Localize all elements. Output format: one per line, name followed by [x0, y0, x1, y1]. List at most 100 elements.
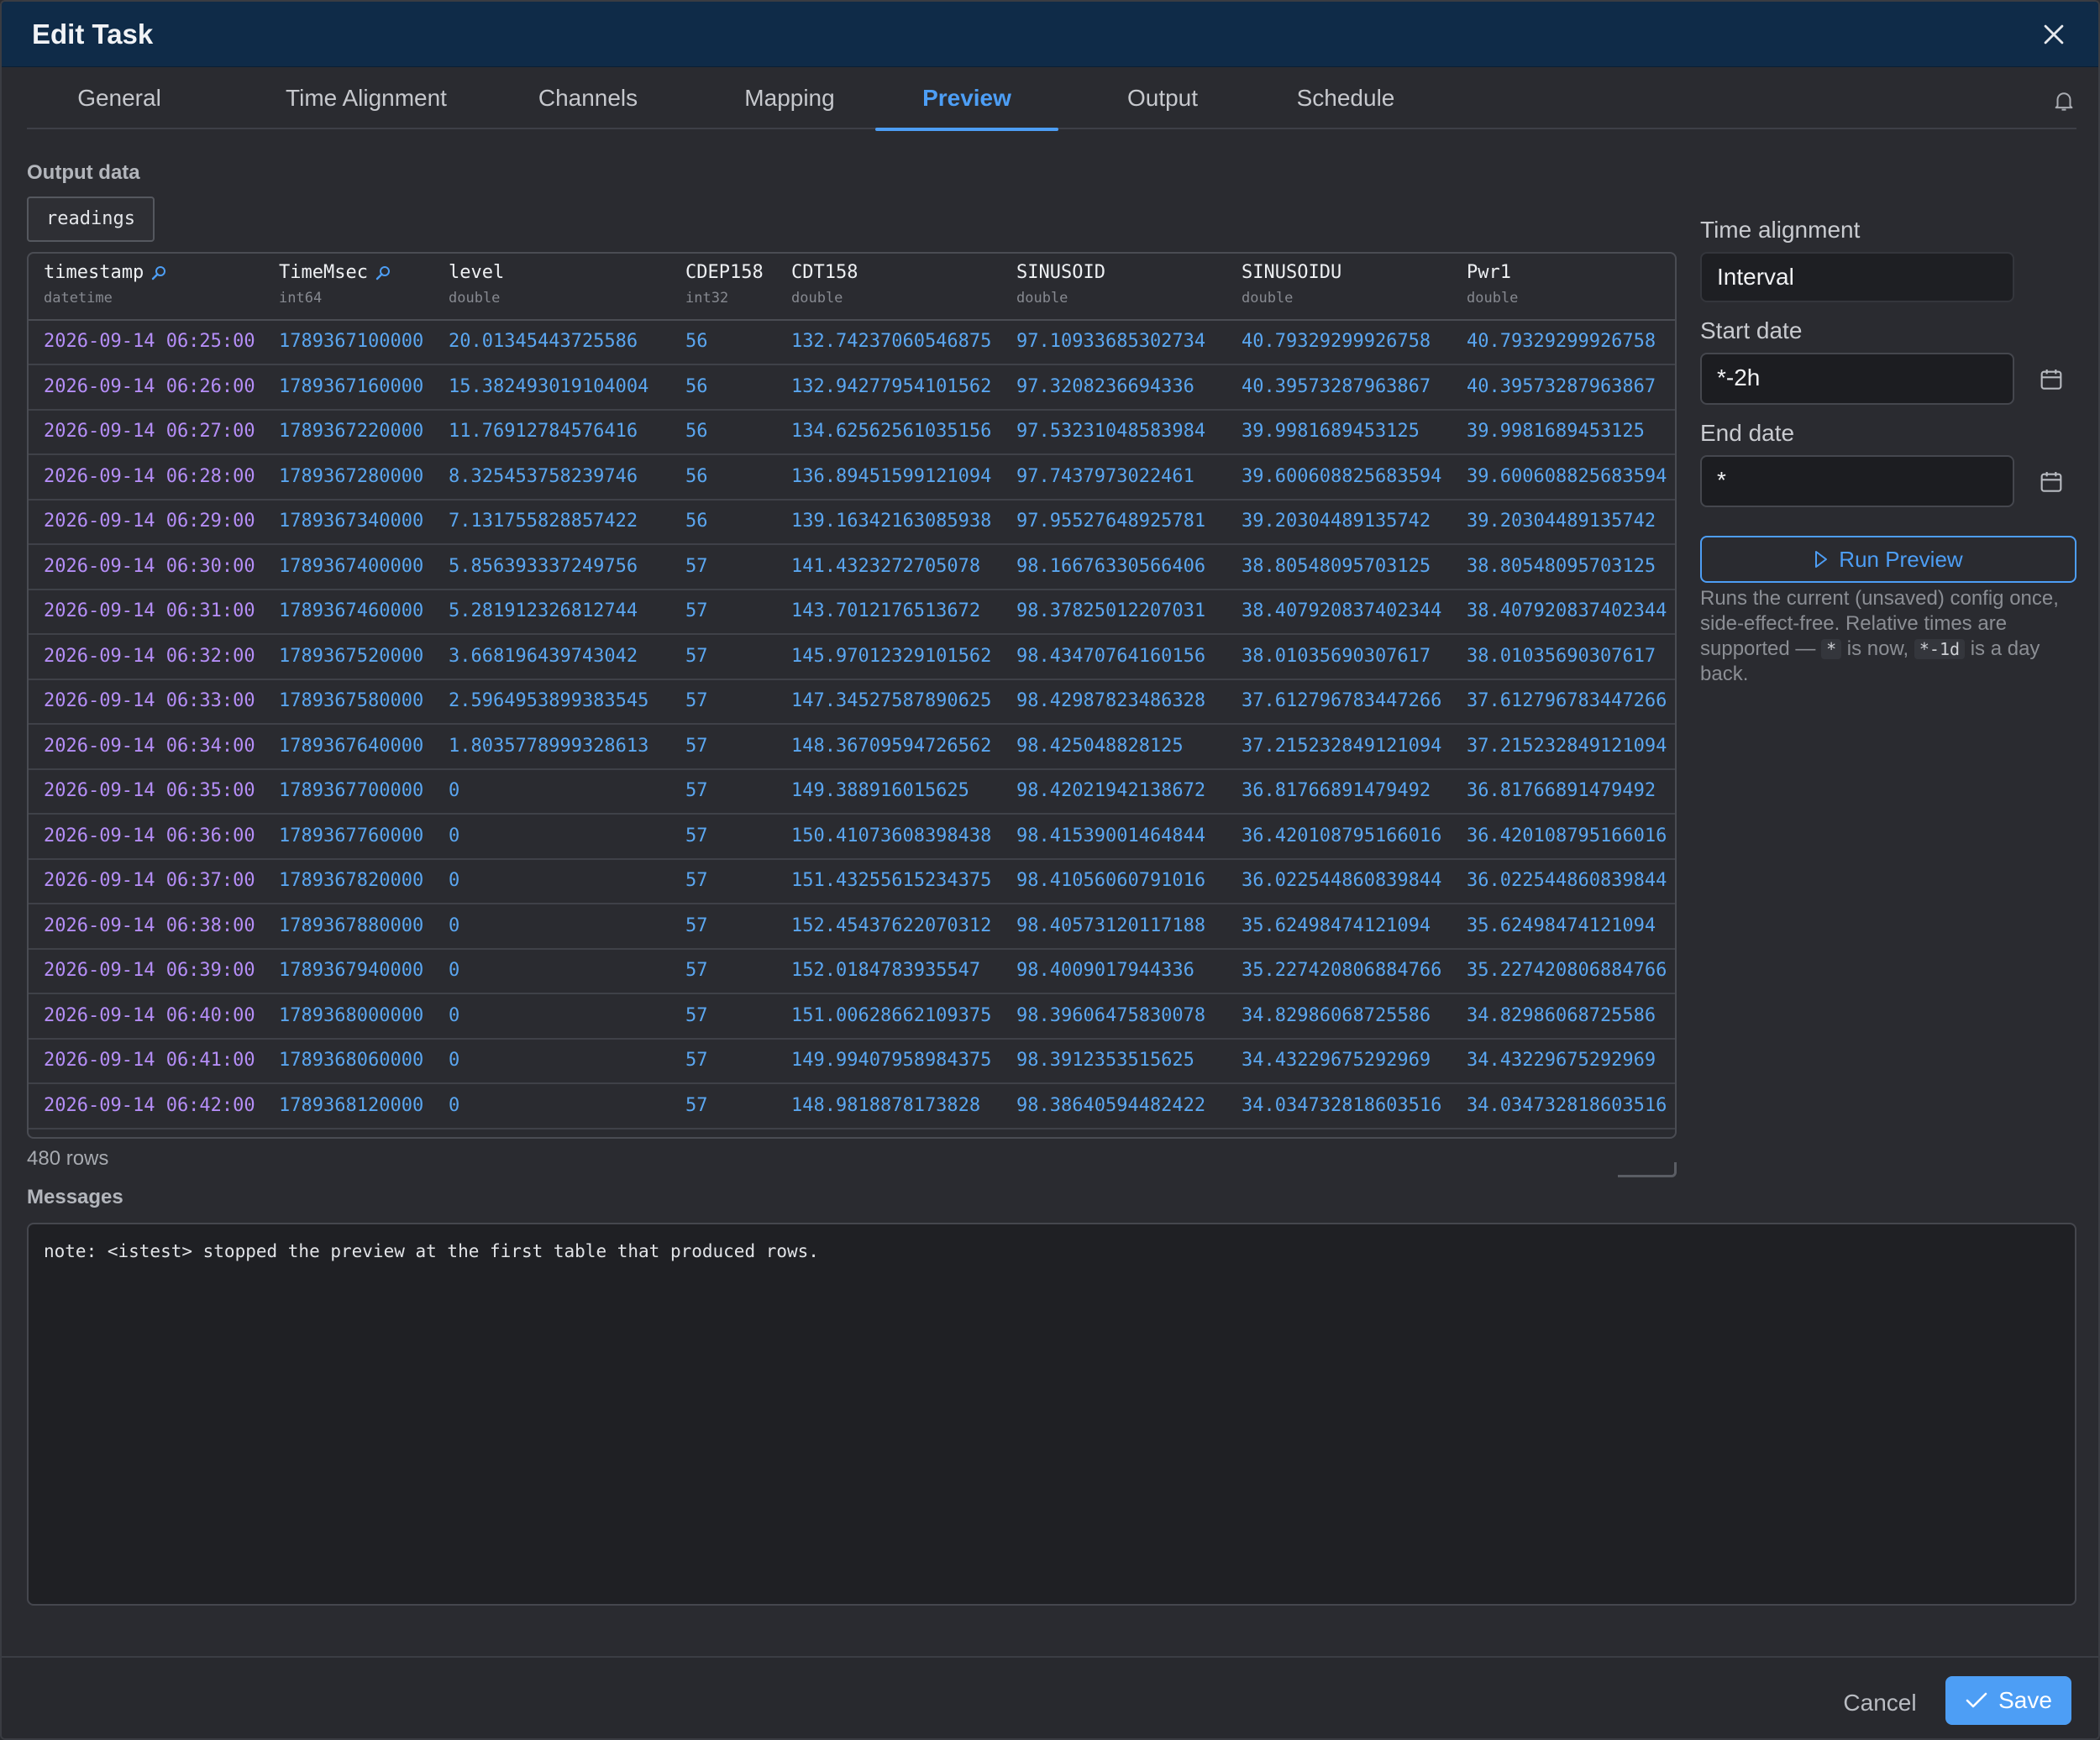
- table-row[interactable]: 2026-09-14 06:35:00 1789367700000 0 57 149.3…: [29, 770, 1675, 815]
- table-cell: 2026-09-14 06:39:00: [44, 960, 255, 981]
- tab-channels[interactable]: Channels: [504, 69, 672, 129]
- table-cell: 57: [685, 1050, 708, 1071]
- column-header-sinusoidu[interactable]: SINUSOIDU double: [1242, 262, 1341, 307]
- row-count: 480 rows: [27, 1147, 109, 1170]
- table-cell: 38.80548095703125: [1242, 555, 1431, 577]
- start-date-input[interactable]: *-2h: [1700, 353, 2014, 405]
- tab-preview[interactable]: Preview: [875, 69, 1058, 131]
- column-header-level[interactable]: level double: [449, 262, 504, 307]
- table-row[interactable]: 2026-09-14 06:29:00 1789367340000 7.131755…: [29, 501, 1675, 545]
- table-cell: 57: [685, 1004, 708, 1026]
- close-icon[interactable]: [2040, 20, 2068, 49]
- table-row[interactable]: 2026-09-14 06:33:00 1789367580000 2.596495…: [29, 680, 1675, 725]
- column-type: int64: [279, 290, 323, 307]
- table-cell: 57: [685, 690, 708, 711]
- table-cell: 2026-09-14 06:25:00: [44, 331, 255, 352]
- table-cell: 98.38640594482422: [1016, 1094, 1206, 1116]
- table-cell: 35.62498474121094: [1242, 915, 1431, 936]
- column-type: datetime: [44, 290, 113, 307]
- table-row[interactable]: 2026-09-14 06:28:00 1789367280000 8.325453…: [29, 456, 1675, 501]
- table-cell: 2026-09-14 06:38:00: [44, 915, 255, 936]
- table-cell: 149.99407958984375: [791, 1050, 992, 1071]
- table-row[interactable]: 2026-09-14 06:43:001789368180000057147.9…: [29, 1129, 1675, 1137]
- table-cell: 36.022544860839844: [1467, 870, 1667, 891]
- table-row[interactable]: 2026-09-14 06:26:00 1789367160000 15.38249…: [29, 366, 1675, 411]
- table-row[interactable]: 2026-09-14 06:37:00 1789367820000 0 57 151.4…: [29, 860, 1675, 904]
- column-type: double: [449, 290, 501, 307]
- table-cell: 36.022544860839844: [1242, 870, 1442, 891]
- tab-output[interactable]: Output: [1087, 69, 1238, 129]
- table-row[interactable]: 2026-09-14 06:38:00 1789367880000 0 57 152.4…: [29, 905, 1675, 950]
- message-line: note: <istest> stopped the preview at th…: [44, 1241, 819, 1261]
- table-row[interactable]: 2026-09-14 06:25:00 1789367100000 20.01345…: [29, 321, 1675, 365]
- table-cell: 98.425048828125: [1016, 735, 1184, 757]
- bell-icon[interactable]: [2051, 87, 2076, 114]
- column-header-cdt158[interactable]: CDT158 double: [791, 262, 858, 307]
- table-cell: 34.034732818603516: [1467, 1094, 1667, 1116]
- table-cell: 36.420108795166016: [1467, 825, 1667, 846]
- table-cell: 2026-09-14 06:40:00: [44, 1004, 255, 1026]
- table-cell: 2026-09-14 06:28:00: [44, 465, 255, 487]
- table-cell: 2026-09-14 06:29:00: [44, 511, 255, 532]
- table-cell: 1789367460000: [279, 600, 424, 621]
- table-cell: 56: [685, 511, 708, 532]
- table-cell: 57: [685, 555, 708, 577]
- search-icon[interactable]: [150, 265, 167, 281]
- table-cell: 5.281912326812744: [449, 600, 638, 621]
- cancel-button[interactable]: Cancel: [1830, 1681, 1930, 1725]
- save-button[interactable]: Save: [1945, 1676, 2071, 1725]
- table-row[interactable]: 2026-09-14 06:36:00 1789367760000 0 57 150.4…: [29, 815, 1675, 860]
- column-name: timestamp: [44, 262, 144, 283]
- table-cell: 97.95527648925781: [1016, 511, 1206, 532]
- table-cell: 149.388916015625: [791, 780, 969, 801]
- table-cell: 1789367220000: [279, 421, 424, 442]
- table-cell: 2026-09-14 06:35:00: [44, 780, 255, 801]
- table-cell: 34.034732818603516: [1242, 1094, 1442, 1116]
- table-cell: 7.131755828857422: [449, 511, 638, 532]
- table-row[interactable]: 2026-09-14 06:34:00 1789367640000 1.803577…: [29, 726, 1675, 770]
- tab-time-alignment[interactable]: Time Alignment: [249, 69, 484, 129]
- table-cell: 145.97012329101562: [791, 645, 992, 667]
- table-cell: 39.600608825683594: [1467, 465, 1667, 487]
- table-row[interactable]: 2026-09-14 06:32:00 1789367520000 3.668196…: [29, 636, 1675, 680]
- column-header-cdep158[interactable]: CDEP158 int32: [685, 262, 764, 307]
- table-cell: 132.74237060546875: [791, 331, 992, 352]
- column-header-sinusoid[interactable]: SINUSOID double: [1016, 262, 1105, 307]
- column-header-timemsec[interactable]: TimeMsec int64: [279, 262, 391, 307]
- search-icon[interactable]: [375, 265, 391, 281]
- column-name: level: [449, 262, 505, 283]
- table-cell: 40.79329299926758: [1467, 331, 1656, 352]
- table-cell: 39.20304489135742: [1467, 511, 1656, 532]
- table-row[interactable]: 2026-09-14 06:30:00 1789367400000 5.856393…: [29, 546, 1675, 590]
- table-row[interactable]: 2026-09-14 06:41:00 1789368060000 0 57 149.9…: [29, 1040, 1675, 1084]
- run-preview-help: Runs the current (unsaved) config once, …: [1700, 586, 2078, 687]
- table-row[interactable]: 2026-09-14 06:27:00 1789367220000 11.76912…: [29, 411, 1675, 455]
- table-cell: 20.01345443725586: [449, 331, 638, 352]
- table-row[interactable]: 2026-09-14 06:31:00 1789367460000 5.281912…: [29, 590, 1675, 635]
- calendar-icon[interactable]: [2038, 366, 2065, 393]
- column-type: int32: [685, 290, 729, 307]
- table-cell: 36.81766891479492: [1242, 780, 1431, 801]
- table-cell: 57: [685, 600, 708, 621]
- table-cell: 57: [685, 1094, 708, 1116]
- dialog-titlebar: Edit Task: [2, 2, 2098, 67]
- table-cell: 57: [685, 780, 708, 801]
- tab-general[interactable]: General: [52, 69, 186, 129]
- calendar-icon[interactable]: [2038, 469, 2065, 495]
- end-date-input[interactable]: *: [1700, 455, 2014, 507]
- table-row[interactable]: 2026-09-14 06:39:00 1789367940000 0 57 152.0…: [29, 950, 1675, 994]
- table-row[interactable]: 2026-09-14 06:42:00 1789368120000 0 57 148.9…: [29, 1085, 1675, 1129]
- table-cell: 0: [449, 870, 460, 891]
- dialog-title: Edit Task: [32, 18, 154, 50]
- table-selector-readings[interactable]: readings: [27, 197, 155, 242]
- column-header-timestamp[interactable]: timestamp datetime: [44, 262, 167, 307]
- resize-handle[interactable]: [1618, 1162, 1677, 1177]
- help-code: *: [1821, 639, 1842, 659]
- table-cell: 37.215232849121094: [1242, 735, 1442, 757]
- table-row[interactable]: 2026-09-14 06:40:00 1789368000000 0 57 151.0…: [29, 995, 1675, 1040]
- save-label: Save: [1998, 1687, 2052, 1713]
- column-header-pwr1[interactable]: Pwr1 double: [1467, 262, 1518, 307]
- tab-schedule[interactable]: Schedule: [1262, 69, 1430, 129]
- tab-mapping[interactable]: Mapping: [706, 69, 874, 129]
- run-preview-button[interactable]: Run Preview: [1700, 536, 2076, 583]
